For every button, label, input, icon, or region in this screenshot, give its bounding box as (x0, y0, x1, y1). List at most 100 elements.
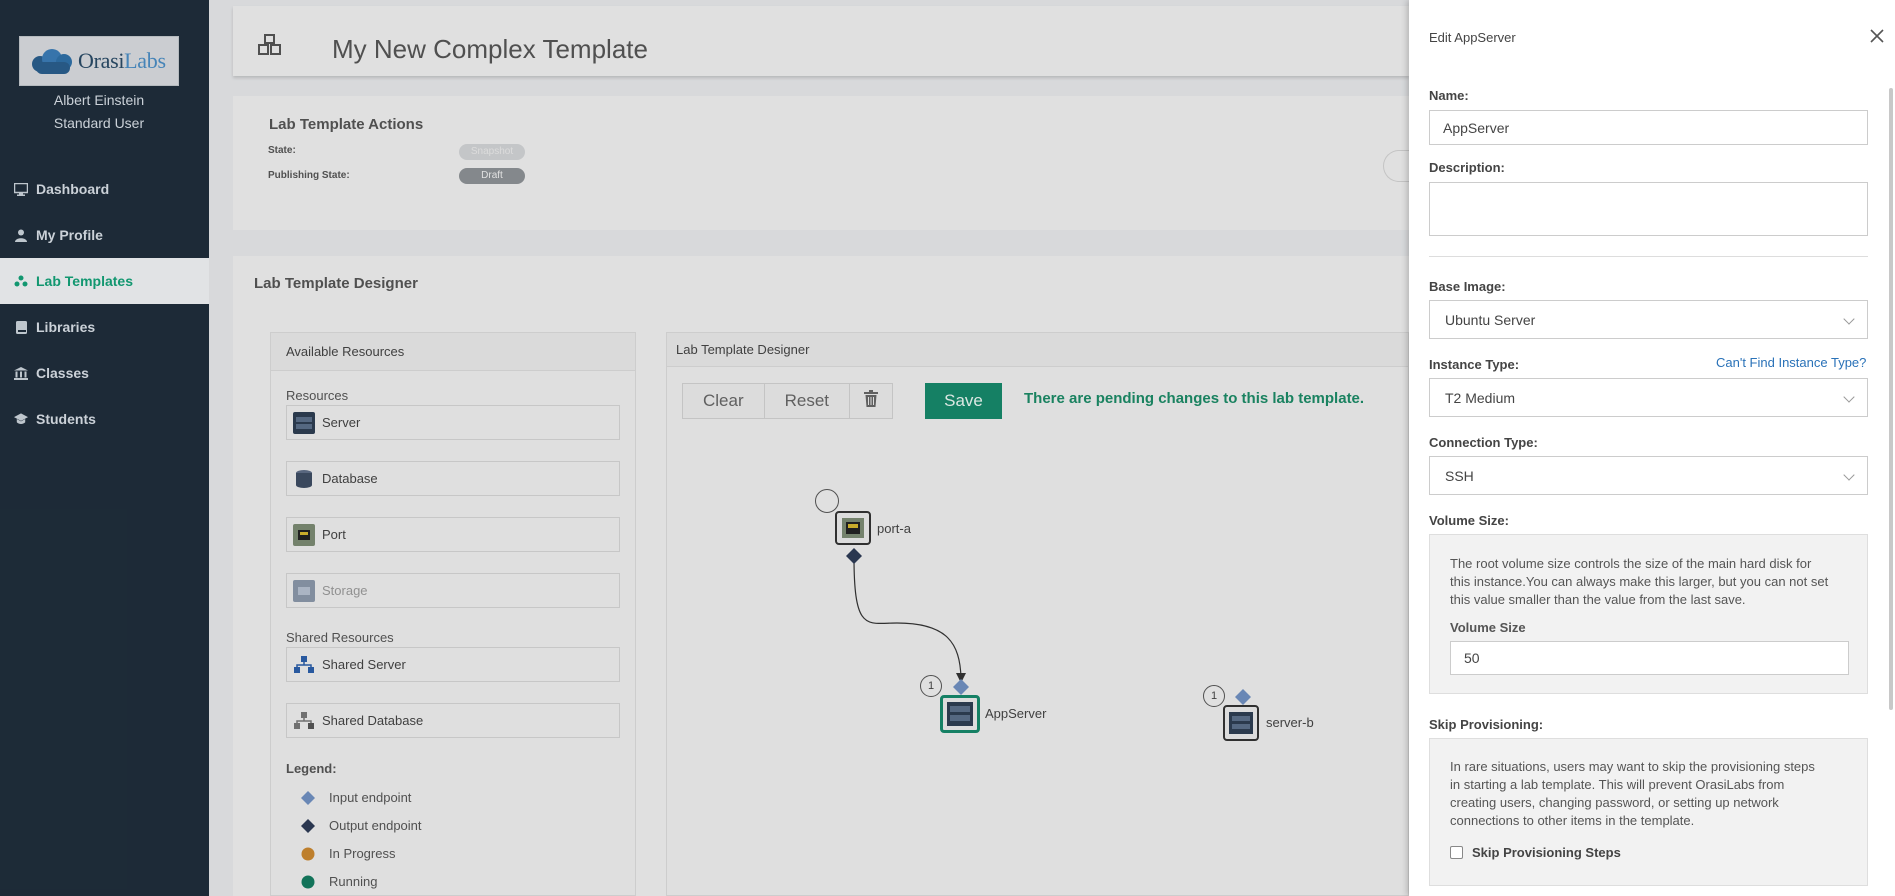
scrollbar[interactable] (1889, 88, 1893, 710)
shared-resources-section-label: Shared Resources (286, 630, 394, 645)
divider (1429, 256, 1868, 257)
instance-type-select[interactable]: T2 Medium (1429, 378, 1868, 417)
orasilabs-logo[interactable]: OrasiLabs (19, 36, 179, 86)
institution-icon (14, 366, 28, 380)
flask-icon (14, 274, 28, 288)
skip-provisioning-info-box: In rare situations, users may want to sk… (1429, 738, 1868, 886)
book-icon (14, 320, 28, 334)
skip-provisioning-checkbox-label[interactable]: Skip Provisioning Steps (1472, 845, 1621, 860)
port-icon (293, 523, 315, 546)
logo-text: OrasiLabs (78, 48, 166, 73)
volume-size-input[interactable] (1450, 641, 1849, 675)
base-image-select[interactable]: Ubuntu Server (1429, 300, 1868, 339)
publishing-state-badge: Draft (459, 168, 525, 184)
skip-info-line: connections to other items in the templa… (1450, 813, 1695, 828)
name-label: Name: (1429, 88, 1469, 103)
user-icon (14, 228, 28, 242)
sidebar-item-dashboard[interactable]: Dashboard (0, 166, 209, 212)
sidebar-item-libraries[interactable]: Libraries (0, 304, 209, 350)
instance-type-label: Instance Type: (1429, 357, 1520, 372)
resource-storage[interactable]: Storage (286, 573, 620, 608)
node-appserver-count: 1 (920, 675, 942, 697)
diamond-light-icon (301, 790, 315, 805)
resource-label: Storage (322, 583, 368, 598)
node-server-b[interactable] (1223, 705, 1259, 741)
legend-title: Legend: (286, 761, 337, 776)
node-appserver[interactable] (940, 695, 980, 733)
status-dot-orange-icon (301, 847, 315, 861)
edit-panel-title: Edit AppServer (1429, 30, 1516, 45)
action-toggle-button[interactable] (1383, 150, 1409, 182)
resource-database[interactable]: Database (286, 461, 620, 496)
cloud-logo-icon (28, 46, 76, 76)
input-endpoint-appserver[interactable] (953, 679, 969, 695)
port-icon (842, 518, 864, 538)
edit-appserver-panel: Edit AppServer Name: Description: Base I… (1409, 0, 1895, 896)
volume-info-line: this instance.You can always make this l… (1450, 574, 1829, 589)
designer-title: Lab Template Designer (254, 275, 418, 292)
volume-info-line: this value smaller than the value from t… (1450, 592, 1746, 607)
base-image-label: Base Image: (1429, 279, 1506, 294)
server-icon (1229, 712, 1253, 734)
skip-info-line: in starting a lab template. This will pr… (1450, 777, 1785, 792)
lab-template-actions-card: Lab Template Actions (233, 96, 1409, 230)
sidebar-item-classes[interactable]: Classes (0, 350, 209, 396)
close-icon[interactable] (1869, 28, 1885, 44)
node-port-a[interactable] (835, 511, 871, 545)
cant-find-instance-type-link[interactable]: Can't Find Instance Type? (1716, 355, 1866, 370)
legend-in-progress: In Progress (301, 846, 395, 861)
resource-label: Shared Server (322, 657, 406, 672)
chevron-down-icon (1843, 469, 1855, 481)
status-dot-green-icon (301, 875, 315, 889)
skip-info-line: In rare situations, users may want to sk… (1450, 759, 1815, 774)
volume-info-line: The root volume size controls the size o… (1450, 556, 1812, 571)
skip-provisioning-checkbox[interactable] (1450, 846, 1463, 859)
cubes-icon (258, 34, 281, 55)
sidebar-item-label: Lab Templates (36, 273, 133, 289)
database-icon (293, 468, 315, 490)
node-port-a-status[interactable] (815, 489, 839, 513)
volume-size-info-box: The root volume size controls the size o… (1429, 534, 1868, 694)
node-label-server-b: server-b (1266, 715, 1314, 730)
node-label-appserver: AppServer (985, 706, 1047, 721)
legend-input-endpoint: Input endpoint (301, 790, 411, 805)
server-icon (293, 411, 315, 434)
node-label-port-a: port-a (877, 521, 911, 536)
sidebar-item-label: Libraries (36, 319, 96, 335)
skip-provisioning-label: Skip Provisioning: (1429, 717, 1544, 732)
page-title: My New Complex Template (332, 34, 648, 64)
output-endpoint-port-a[interactable] (846, 548, 862, 564)
user-role: Standard User (53, 115, 145, 131)
monitor-icon (14, 182, 28, 196)
description-textarea[interactable] (1429, 182, 1868, 236)
description-label: Description: (1429, 160, 1505, 175)
chevron-down-icon (1843, 391, 1855, 403)
diamond-dark-icon (301, 818, 315, 833)
sidebar-item-label: My Profile (36, 227, 103, 243)
resource-shared-database[interactable]: Shared Database (286, 703, 620, 738)
state-badge: Snapshot (459, 144, 525, 160)
resource-shared-server[interactable]: Shared Server (286, 647, 620, 682)
volume-size-input-label: Volume Size (1450, 620, 1526, 635)
sidebar-item-students[interactable]: Students (0, 396, 209, 442)
skip-info-line: creating users, changing password, or se… (1450, 795, 1779, 810)
actions-title: Lab Template Actions (269, 116, 424, 133)
resource-label: Database (322, 471, 378, 486)
input-endpoint-server-b[interactable] (1235, 689, 1251, 705)
resource-port[interactable]: Port (286, 517, 620, 552)
resource-server[interactable]: Server (286, 405, 620, 440)
resource-label: Port (322, 527, 346, 542)
sidebar-item-my-profile[interactable]: My Profile (0, 212, 209, 258)
available-resources-panel: Available Resources Resources Server Dat… (270, 332, 636, 896)
sidebar-nav: Dashboard My Profile Lab Templates Libra… (0, 166, 209, 442)
sidebar-item-lab-templates[interactable]: Lab Templates (0, 258, 209, 304)
designer-canvas-panel: Lab Template Designer Clear Reset Save T… (666, 332, 1409, 896)
connection-type-label: Connection Type: (1429, 435, 1538, 450)
state-label: State: (268, 145, 296, 156)
name-input[interactable] (1429, 110, 1868, 145)
legend-output-endpoint: Output endpoint (301, 818, 422, 833)
connection-type-select[interactable]: SSH (1429, 456, 1868, 495)
legend-running: Running (301, 874, 377, 889)
user-name: Albert Einstein (53, 92, 145, 108)
resource-label: Shared Database (322, 713, 424, 728)
